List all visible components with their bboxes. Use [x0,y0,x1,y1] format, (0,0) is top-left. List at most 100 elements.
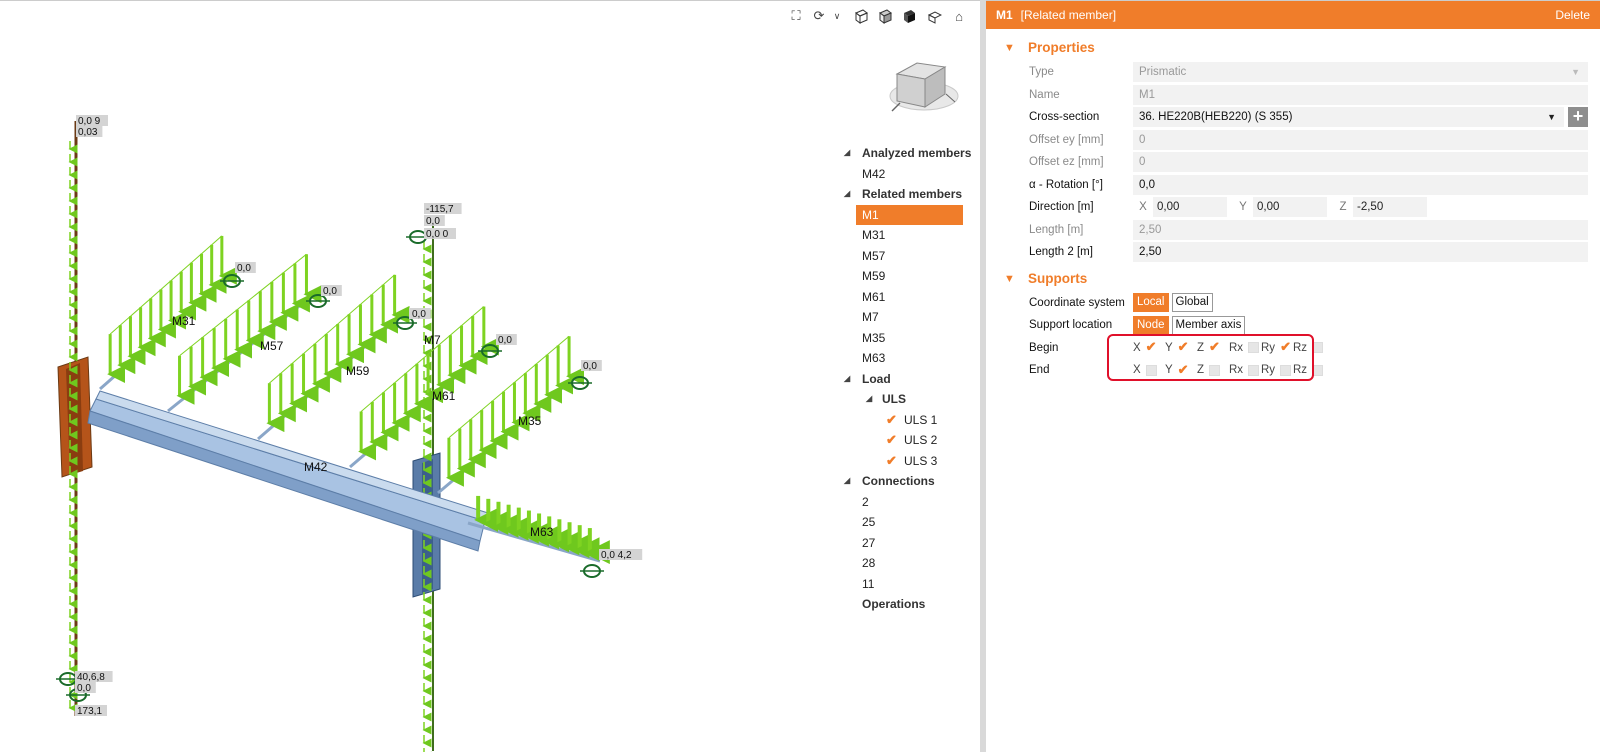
dropdown-arrow-icon[interactable]: ▼ [1547,107,1556,127]
collapse-triangle-icon[interactable]: ◢ [844,369,850,390]
checkbox-checked-icon[interactable]: ✔ [886,433,898,446]
dof-x-checkbox[interactable]: X [1133,364,1165,376]
add-cross-section-button[interactable]: + [1568,107,1588,128]
tree-item-m31[interactable]: M31 [840,225,970,246]
dof-ry-checkbox[interactable]: Ry [1261,364,1293,376]
checkbox-checked-icon[interactable] [1209,339,1221,355]
tree-item-connection-28[interactable]: 28 [840,553,970,574]
dof-x-checkbox[interactable]: X [1133,339,1165,355]
checkbox-empty-icon[interactable] [1312,342,1324,354]
checkbox-checked-icon[interactable] [1145,339,1157,355]
tree-item-connection-27[interactable]: 27 [840,533,970,554]
location-member-axis-toggle[interactable]: Member axis [1171,315,1246,335]
transparent-cube-icon[interactable] [876,7,894,25]
dof-y-checkbox[interactable]: Y [1165,339,1197,355]
type-select: Prismatic ▼ [1133,62,1588,83]
dof-ry-checkbox[interactable]: Ry [1261,339,1293,355]
tree-item-m7[interactable]: M7 [840,307,970,328]
tree-group-operations[interactable]: Operations [840,594,970,615]
properties-section-header[interactable]: ▼ Properties [986,35,1600,61]
tree-group-related-members[interactable]: ◢ Related members [840,184,970,205]
member-label: M35 [518,414,542,428]
column-right[interactable] [412,216,441,751]
tree-item-uls-2[interactable]: ✔ ULS 2 [840,430,970,451]
member-tree: ◢ Analyzed members M42 ◢ Related members M… [840,143,971,615]
tree-item-m59[interactable]: M59 [840,266,970,287]
rotation-field[interactable]: 0,0 [1133,174,1588,195]
location-node-toggle[interactable]: Node [1133,315,1169,335]
tree-item-connection-11[interactable]: 11 [840,574,970,595]
checkbox-empty-icon[interactable] [1312,364,1324,376]
dof-y-checkbox[interactable]: Y [1165,362,1197,378]
length-2-field[interactable]: 2,50 [1133,242,1588,263]
column-left[interactable] [57,121,93,716]
fullscreen-icon[interactable]: ⛶ [787,7,805,25]
name-field: M1 [1133,84,1588,105]
tree-group-connections[interactable]: ◢ Connections [840,471,970,492]
checkbox-empty-icon[interactable] [1209,364,1221,376]
collapse-triangle-icon[interactable]: ◢ [866,389,872,410]
checkbox-checked-icon[interactable]: ✔ [886,413,898,426]
view-cube[interactable] [889,62,959,112]
checkbox-empty-icon[interactable] [1248,342,1260,354]
value-label: 0,0 [77,683,91,694]
value-label: 0,0 [412,309,426,320]
coord-local-toggle[interactable]: Local [1133,293,1169,313]
solid-cube-icon[interactable] [900,7,918,25]
home-icon[interactable]: ⌂ [950,7,968,25]
tree-item-m35[interactable]: M35 [840,328,970,349]
checkbox-empty-icon[interactable] [1280,364,1292,376]
member-label: M63 [530,525,554,539]
checkbox-checked-icon[interactable]: ✔ [886,454,898,467]
dof-rz-checkbox[interactable]: Rz [1293,364,1325,376]
tree-item-m57[interactable]: M57 [840,246,970,267]
dof-z-checkbox[interactable]: Z [1197,364,1229,376]
collapse-triangle-icon[interactable]: ▼ [1004,266,1015,292]
collapse-triangle-icon[interactable]: ◢ [844,184,850,205]
checkbox-checked-icon[interactable] [1177,362,1189,378]
chevron-down-icon[interactable]: ∨ [828,7,846,25]
collapse-triangle-icon[interactable]: ▼ [1004,35,1015,61]
dof-z-checkbox[interactable]: Z [1197,339,1229,355]
tree-item-m63[interactable]: M63 [840,348,970,369]
tree-item-m42[interactable]: M42 [840,164,970,185]
checkbox-checked-icon[interactable] [1280,339,1292,355]
collapse-triangle-icon[interactable]: ◢ [844,143,850,164]
direction-y-field[interactable]: 0,00 [1253,197,1327,218]
checkbox-empty-icon[interactable] [1145,364,1157,376]
dof-rz-checkbox[interactable]: Rz [1293,342,1325,354]
cross-section-select[interactable]: 36. HE220B(HEB220) (S 355) ▼ [1133,107,1564,128]
tree-item-uls-3[interactable]: ✔ ULS 3 [840,451,970,472]
row-length-2: Length 2 [m] 2,50 [986,241,1600,264]
model-scene[interactable]: M31M57M59M7M61M35M42M63 0,0 90,03-115,70… [0,1,980,752]
tree-item-connection-2[interactable]: 2 [840,492,970,513]
supports-section-header[interactable]: ▼ Supports [986,266,1600,292]
tree-group-analyzed-members[interactable]: ◢ Analyzed members [840,143,971,164]
tree-item-m1[interactable]: M1 [856,204,963,225]
direction-x-field[interactable]: 0,00 [1153,197,1227,218]
rotate-icon[interactable]: ⟳ [810,7,828,25]
dof-rx-checkbox[interactable]: Rx [1229,342,1261,354]
tree-group-load[interactable]: ◢ Load [840,369,970,390]
direction-z-field[interactable]: -2,50 [1353,197,1427,218]
dof-label: X [1133,341,1141,354]
coord-global-toggle[interactable]: Global [1171,293,1213,313]
tree-group-uls[interactable]: ◢ ULS [840,389,970,410]
row-name: Name M1 [986,84,1600,107]
member-label: M57 [260,339,284,353]
tree-item-uls-1[interactable]: ✔ ULS 1 [840,410,970,431]
checkbox-empty-icon[interactable] [1248,364,1260,376]
dof-rx-checkbox[interactable]: Rx [1229,364,1261,376]
row-type: Type Prismatic ▼ [986,61,1600,84]
member-label: M31 [172,314,196,328]
collapse-triangle-icon[interactable]: ◢ [844,471,850,492]
delete-button[interactable]: Delete [1555,8,1590,22]
tree-item-m61[interactable]: M61 [840,287,970,308]
view-front-icon[interactable] [925,7,943,25]
value-label: 0,03 [78,127,98,138]
tree-item-connection-25[interactable]: 25 [840,512,970,533]
value-label: -115,7 [426,204,454,215]
wireframe-cube-icon[interactable] [852,7,870,25]
3d-viewport[interactable]: M31 M57 M59 M7 M61 M35 M42 M63 0,0 9 0,03 -115,7 0… [0,0,980,752]
checkbox-checked-icon[interactable] [1177,339,1189,355]
